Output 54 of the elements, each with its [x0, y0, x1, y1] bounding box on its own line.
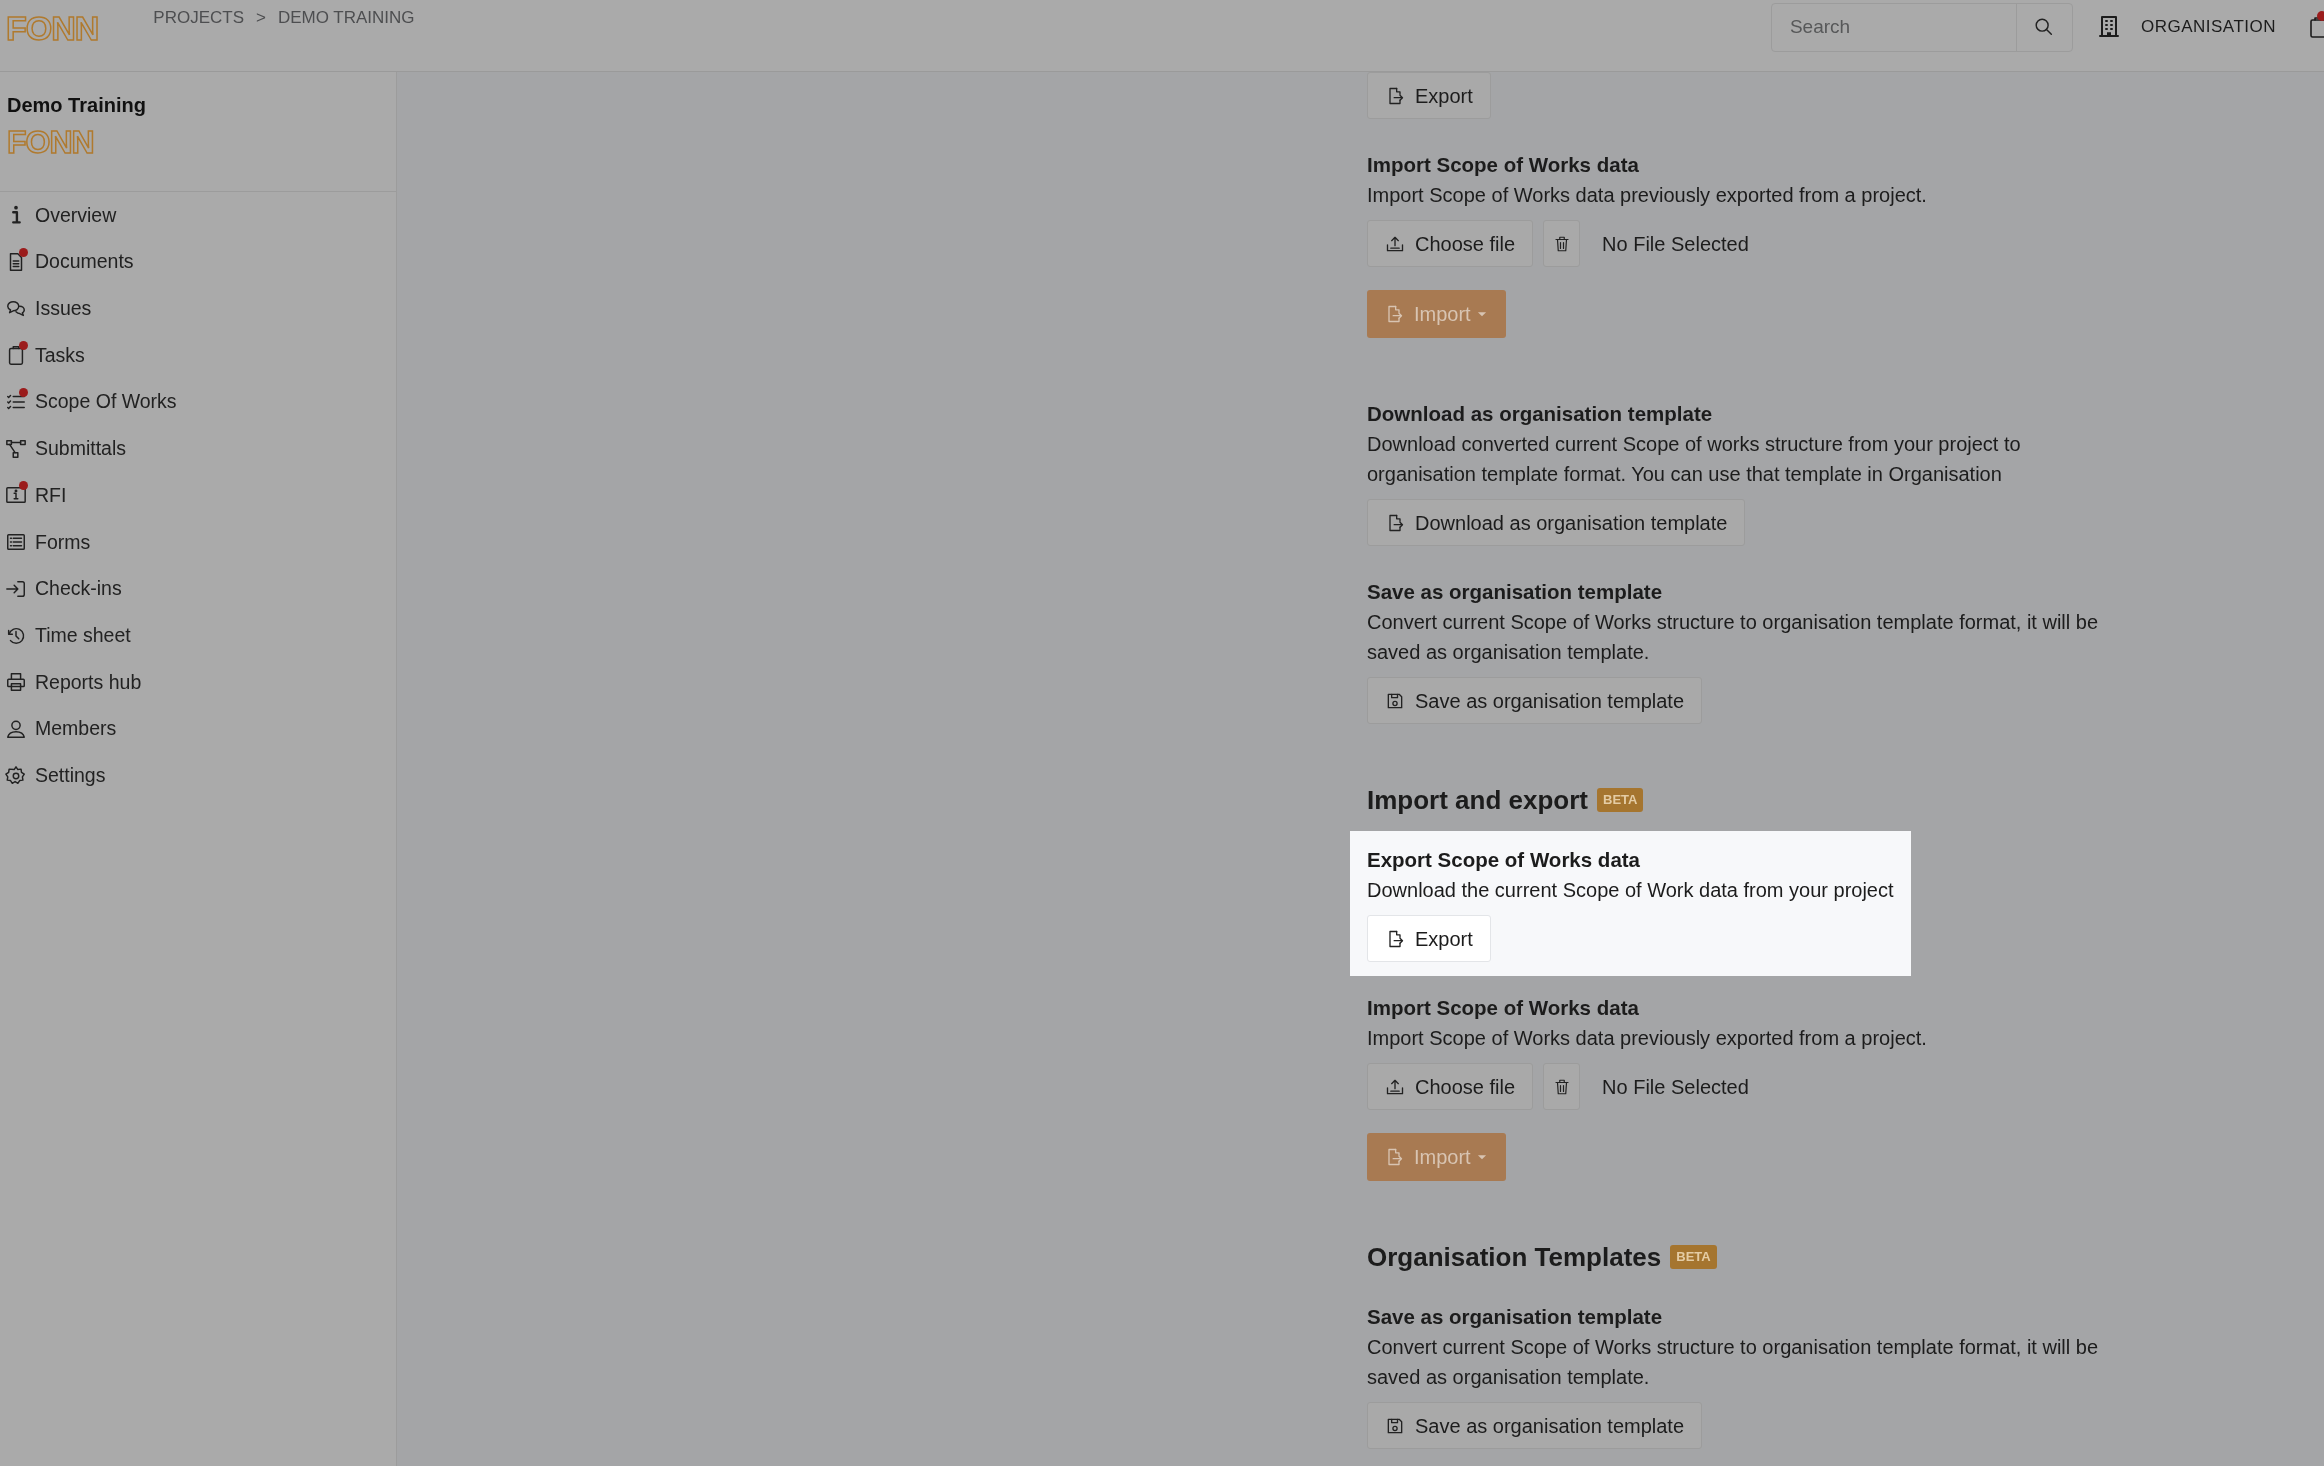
block-title: Import Scope of Works data	[1367, 995, 1640, 1021]
sidebar-item[interactable]: Reports hub	[0, 658, 396, 706]
sidebar-item[interactable]: RFI	[0, 472, 396, 519]
sidebar-item[interactable]: Forms	[0, 518, 396, 566]
block-description: Download the current Scope of Work data from your project	[1367, 878, 1894, 903]
settings-icon	[5, 764, 27, 787]
template-button[interactable]: Download as organisation template	[1367, 499, 1746, 546]
export-button[interactable]: Export	[1367, 72, 1491, 119]
block-title: Download as organisation template	[1367, 401, 1714, 427]
sidebar-item[interactable]: Documents	[0, 238, 396, 286]
trash-icon	[1552, 234, 1571, 253]
project-title: Demo Training	[7, 93, 147, 117]
choose-file-button[interactable]: Choose file	[1367, 220, 1534, 267]
sidebar-item[interactable]: Scope Of Works	[0, 378, 396, 426]
template-button[interactable]: Save as organisation template	[1367, 677, 1703, 724]
block-title: Export Scope of Works data	[1367, 847, 1641, 873]
block-title: Save as organisation template	[1367, 1304, 1664, 1330]
block-description: Import Scope of Works data previously exported from a project.	[1367, 183, 1927, 208]
block-description: Import Scope of Works data previously exported from a project.	[1367, 1026, 1927, 1051]
breadcrumb-separator: >	[256, 7, 266, 30]
file-status: No File Selected	[1602, 231, 1749, 257]
sidebar-item[interactable]: Issues	[0, 285, 396, 333]
beta-badge: BETA	[1597, 788, 1644, 812]
building-icon	[2096, 15, 2121, 39]
delete-button[interactable]	[1543, 220, 1581, 267]
beta-badge: BETA	[1670, 1245, 1717, 1269]
block-description: Download converted current Scope of works structure from your project to organisation template format. You can use that template in Organisation	[1367, 432, 2022, 487]
sidebar-item[interactable]: Tasks	[0, 332, 396, 379]
block-description: Convert current Scope of Works structure to organisation template format, it will be saved as organisation template.	[1367, 1335, 2100, 1390]
trash-icon	[1552, 1077, 1571, 1096]
search-bar[interactable]: Search	[1770, 2, 2073, 52]
search-field[interactable]: Search	[1771, 3, 2016, 51]
sidebar-item[interactable]: Overview	[0, 192, 396, 239]
sidebar-item[interactable]: Submittals	[0, 425, 396, 473]
block-title: Import Scope of Works data	[1367, 152, 1640, 178]
logo: FONN	[7, 126, 94, 158]
printer-icon	[5, 671, 27, 694]
template-button[interactable]: Save as organisation template	[1367, 1402, 1703, 1449]
section-heading: Organisation Templates	[1367, 1241, 1662, 1274]
breadcrumb-link[interactable]: PROJECTS	[153, 5, 244, 31]
block-title: Save as organisation template	[1367, 579, 1664, 605]
choose-file-button[interactable]: Choose file	[1367, 1063, 1534, 1110]
flowchart-icon	[5, 437, 27, 460]
organisation-link[interactable]: ORGANISATION	[2140, 14, 2276, 40]
breadcrumb-link[interactable]: DEMO TRAINING	[277, 5, 415, 31]
delete-button[interactable]	[1543, 1063, 1581, 1110]
sidebar-item[interactable]: Check-ins	[0, 565, 396, 613]
file-status: No File Selected	[1602, 1074, 1749, 1100]
sidebar-item[interactable]: Settings	[0, 752, 396, 799]
sidebar-item[interactable]: Members	[0, 705, 396, 753]
section-heading: Import and export	[1367, 784, 1588, 817]
sidebar-item[interactable]: Time sheet	[0, 612, 396, 659]
export-button[interactable]: Export	[1367, 915, 1491, 962]
block-description: Convert current Scope of Works structure to organisation template format, it will be saved as organisation template.	[1367, 610, 2100, 665]
